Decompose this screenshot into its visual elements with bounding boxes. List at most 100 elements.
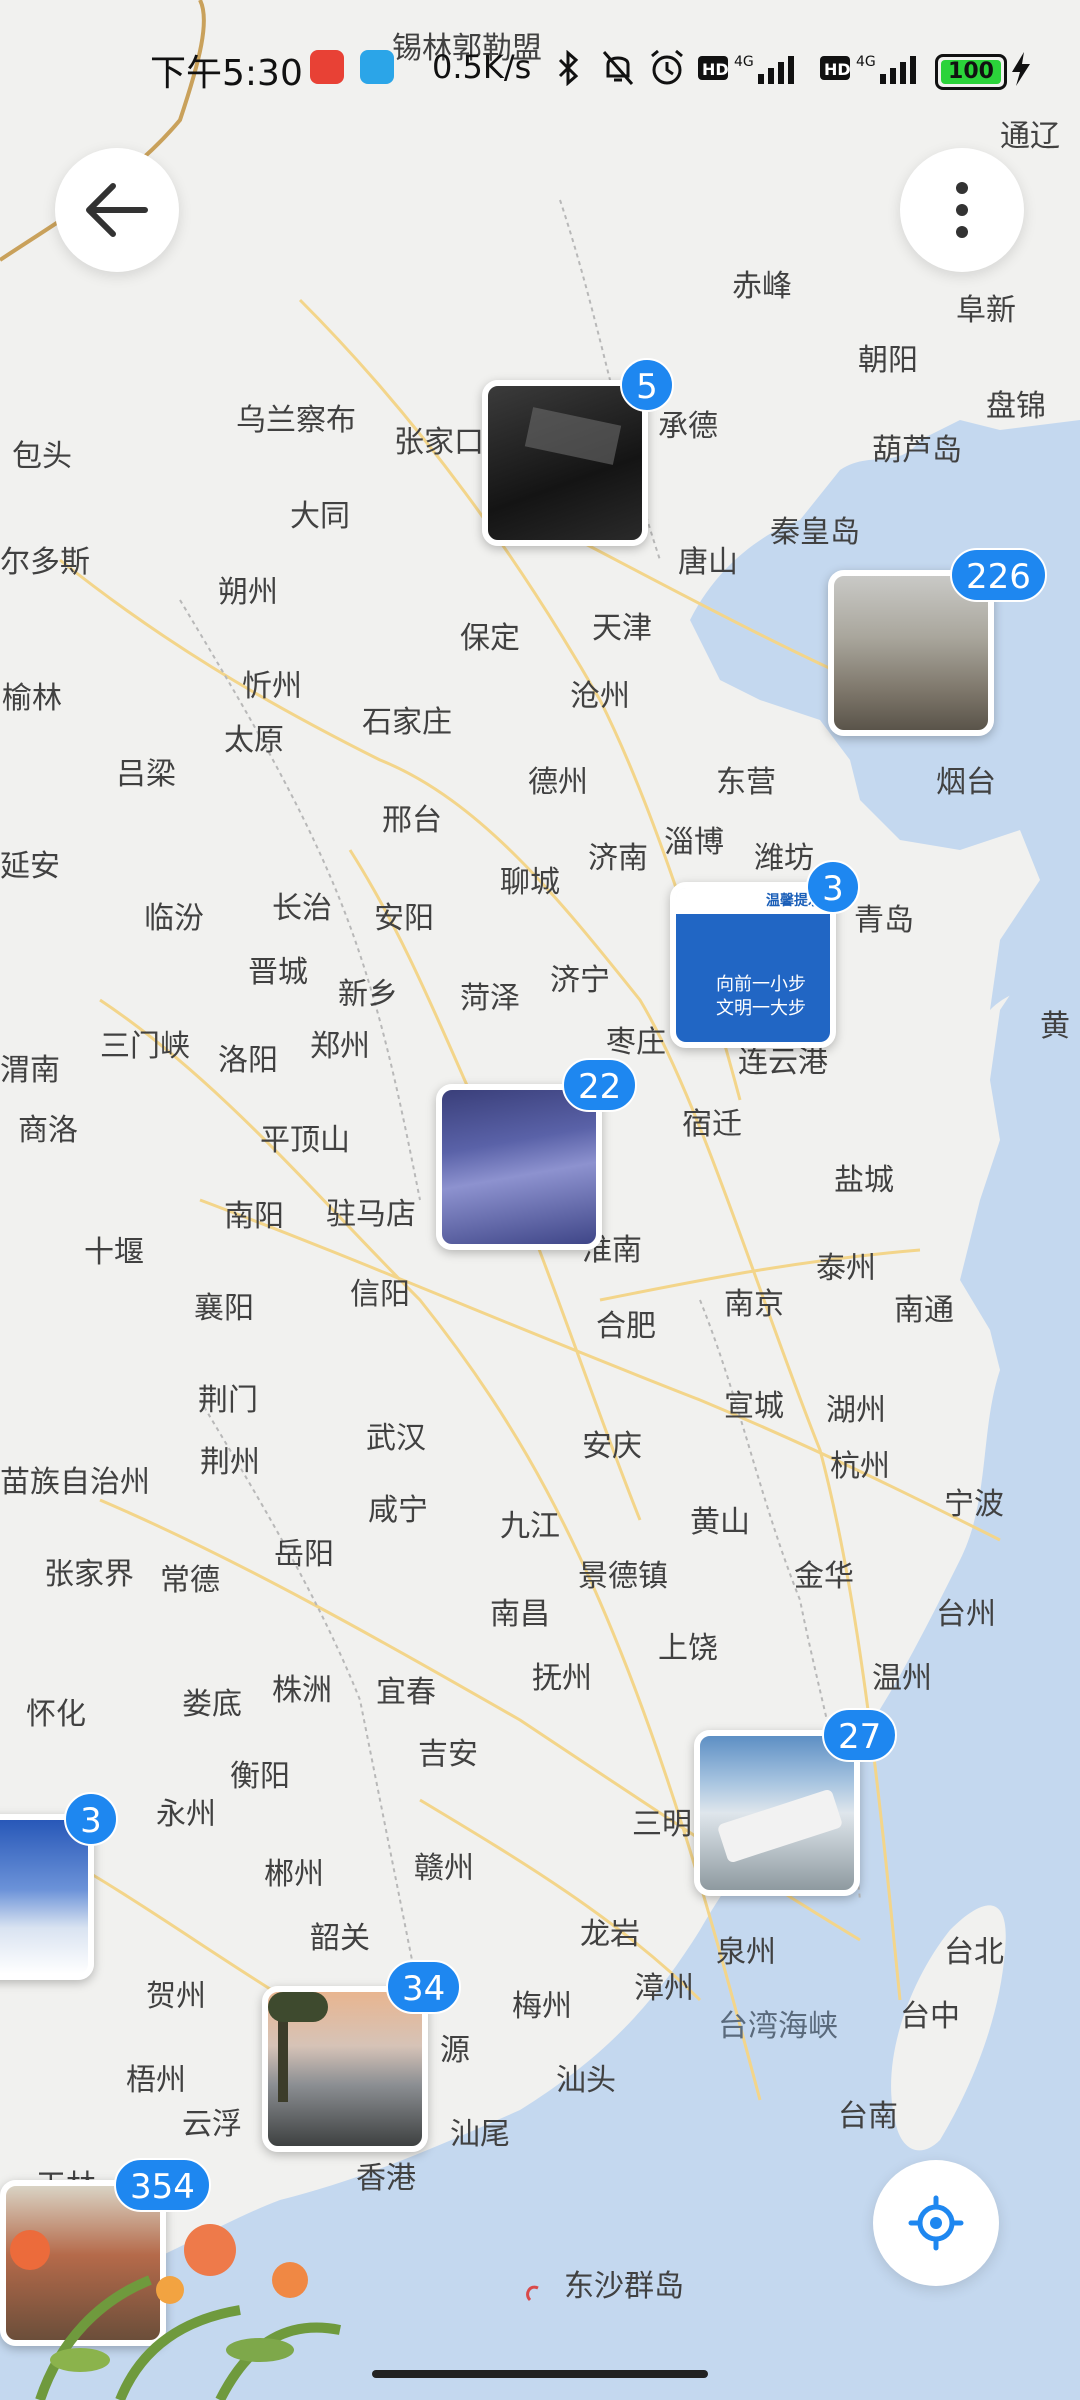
battery-level: 100	[948, 59, 994, 84]
map-place-label: 梅州	[512, 1989, 572, 2024]
map-place-label: 合肥	[596, 1309, 656, 1344]
island-marker-icon	[526, 2285, 539, 2302]
map-place-label: 株洲	[272, 1673, 332, 1708]
map-place-label: 菏泽	[460, 981, 520, 1016]
map-place-label: 咸宁	[368, 1493, 428, 1528]
map-place-label: 承德	[658, 409, 718, 444]
map-place-label: 榆林	[2, 681, 62, 716]
map-place-label: 枣庄	[606, 1025, 666, 1060]
map-place-label: 韶关	[310, 1921, 370, 1956]
map-place-label: 包头	[12, 439, 72, 474]
map-place-label: 荆州	[200, 1445, 260, 1480]
arrow-left-icon	[86, 183, 148, 237]
decorative-flowers	[10, 2224, 341, 2400]
map-place-label: 汕尾	[450, 2117, 510, 2152]
map-place-label: 新乡	[338, 977, 398, 1012]
map-place-label: 常德	[160, 1563, 220, 1598]
crosshair-icon	[908, 2195, 964, 2251]
map-place-label: 抚州	[532, 1661, 592, 1696]
map-place-label: 三门峡	[100, 1029, 190, 1064]
map-place-label: 龙岩	[580, 1917, 640, 1952]
map-place-label: 驻马店	[326, 1197, 416, 1232]
status-time: 下午5:30	[150, 53, 303, 94]
map-place-label: 赤峰	[732, 269, 792, 304]
map-place-label: 台中	[900, 1999, 960, 2034]
map-place-label: 乌兰察布	[236, 403, 356, 438]
map-place-label: 三明	[632, 1807, 692, 1842]
map-place-label: 宜春	[376, 1675, 436, 1710]
map-place-label: 忻州	[242, 669, 302, 704]
photo-count-badge: 5	[620, 358, 674, 412]
bluetooth-icon	[558, 50, 579, 86]
battery-icon: 100	[935, 54, 1007, 90]
svg-text:HD: HD	[824, 60, 851, 79]
map-place-label: 张家口	[394, 425, 484, 460]
map-place-label: 台南	[838, 2099, 898, 2134]
map-place-label: 梧州	[126, 2063, 186, 2098]
map-place-label: 岳阳	[274, 1537, 334, 1572]
photo-count-badge: 27	[822, 1708, 898, 1762]
photo-count-badge: 34	[386, 1960, 462, 2014]
map-place-label: 尔多斯	[0, 545, 90, 580]
photo-thumbnail[interactable]: 温馨提示 向前一小步 文明一大步	[670, 882, 836, 1048]
home-indicator[interactable]	[372, 2370, 708, 2378]
map-place-label: 张家界	[44, 1557, 134, 1592]
map-place-label: 吕梁	[116, 757, 176, 792]
map-place-label: 石家庄	[362, 705, 452, 740]
charging-icon	[1012, 52, 1030, 86]
map-place-label: 葫芦岛	[872, 433, 962, 468]
map-place-label: 聊城	[500, 865, 560, 900]
map-place-label: 怀化	[26, 1697, 86, 1732]
map-place-label: 平顶山	[260, 1123, 350, 1158]
map-app: 锡林郭勒盟 通辽 赤峰 阜新 朝阳 盘锦 葫芦岛 秦皇岛 承德 唐山 乌兰察布 张家口 包头 大同 尔多斯朔…	[0, 0, 1080, 2400]
map-place-label: 上饶	[658, 1631, 718, 1666]
map-place-label: 云浮	[182, 2107, 242, 2142]
map-place-label: 娄底	[182, 1687, 242, 1722]
locate-button[interactable]	[873, 2160, 999, 2286]
map-place-label: 台北	[944, 1935, 1004, 1970]
map-place-label: 邢台	[382, 803, 442, 838]
map-place-label: 信阳	[350, 1277, 410, 1312]
map-place-label: 台州	[936, 1597, 996, 1632]
map-place-label: 青岛	[854, 903, 914, 938]
vertical-ellipsis-icon	[956, 182, 968, 238]
map-place-label: 安庆	[582, 1429, 642, 1464]
map-place-label: 长治	[272, 891, 332, 926]
back-button[interactable]	[55, 148, 179, 272]
app-notification-icon	[360, 50, 394, 84]
map-place-label: 金华	[794, 1559, 854, 1594]
map-place-label: 湖州	[826, 1393, 886, 1428]
map-place-label: 吉安	[418, 1737, 478, 1772]
status-bar: 下午5:30 0.5K/s HD 4G HD 4G 100	[0, 0, 1080, 120]
map-place-label: 朔州	[218, 575, 278, 610]
map-place-label: 泰州	[816, 1251, 876, 1286]
map-place-label: 苗族自治州	[0, 1465, 150, 1500]
photo-thumbnail[interactable]	[482, 380, 648, 546]
map-place-label: 黄	[1040, 1009, 1070, 1044]
map-place-label: 济南	[588, 841, 648, 876]
map-place-label: 黄山	[690, 1505, 750, 1540]
sign-line1: 向前一小步	[716, 974, 806, 995]
map-place-label: 渭南	[0, 1053, 60, 1088]
map-place-label: 晋城	[248, 955, 308, 990]
signal-sim2-icon: HD 4G	[820, 54, 916, 84]
svg-text:HD: HD	[702, 60, 729, 79]
map-place-label: 十堰	[84, 1235, 144, 1270]
map-place-label: 安阳	[374, 901, 434, 936]
map-place-label: 唐山	[678, 545, 738, 580]
map-place-label: 宿迁	[682, 1107, 742, 1142]
map-place-label: 南京	[724, 1287, 784, 1322]
map-place-label: 天津	[592, 611, 652, 646]
map-place-label: 太原	[224, 723, 284, 758]
map-place-label: 源	[440, 2033, 470, 2068]
mute-bell-icon	[602, 51, 634, 85]
map-place-label: 延安	[0, 849, 60, 884]
map-place-label: 秦皇岛	[770, 515, 860, 550]
map-place-label: 大同	[290, 499, 350, 534]
map-place-label: 杭州	[830, 1449, 890, 1484]
map-place-label: 宁波	[944, 1487, 1004, 1522]
map-place-label: 临汾	[144, 901, 204, 936]
more-options-button[interactable]	[900, 148, 1024, 272]
network-speed: 0.5K/s	[432, 48, 532, 86]
map-place-label: 荆门	[198, 1383, 258, 1418]
